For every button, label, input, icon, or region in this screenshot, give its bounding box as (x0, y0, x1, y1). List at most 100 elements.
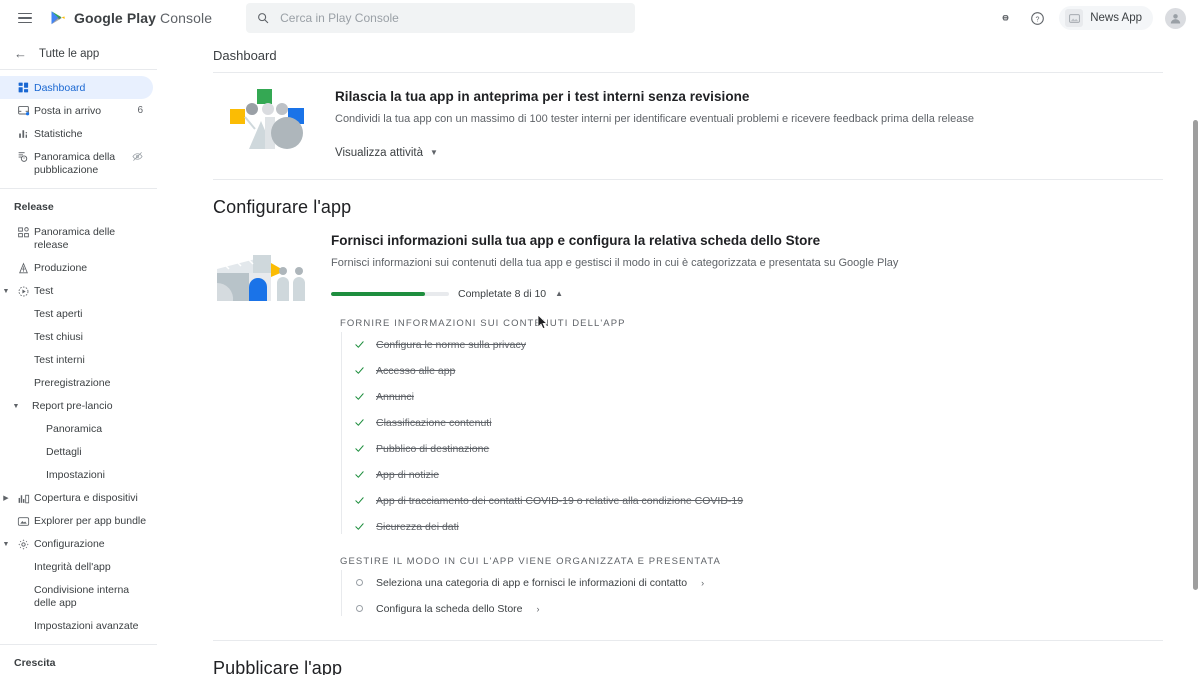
brand-logo-group[interactable]: Google Play Console (48, 8, 212, 28)
google-play-logo-icon (48, 8, 68, 28)
sidebar-item-label: Integrità dell'app (34, 561, 111, 573)
brand-console: Console (160, 10, 213, 26)
checklist-item[interactable]: App di tracciamento dei contatti COVID-1… (353, 488, 1200, 514)
sidebar: ← Tutte le app Dashboard Posta in arrivo… (0, 36, 157, 675)
checklist-item[interactable]: Configura le norme sulla privacy (353, 332, 1200, 358)
checklist-item-label: App di tracciamento dei contatti COVID-1… (376, 494, 744, 507)
sidebar-item-impostazioni[interactable]: Impostazioni (0, 464, 157, 487)
progress-bar (331, 292, 449, 296)
sidebar-item-label: Test chiusi (34, 331, 84, 343)
checklist-item-label: Accesso alle app (376, 364, 456, 377)
sidebar-item-label: Panoramica delle release (34, 226, 116, 252)
people-shapes-illustration (221, 87, 313, 151)
banner-title: Rilascia la tua app in anteprima per i t… (335, 89, 750, 104)
chevron-down-icon[interactable]: ▼ (10, 399, 22, 414)
sidebar-item-integrita-app[interactable]: Integrità dell'app (0, 556, 157, 579)
eye-off-icon (132, 149, 151, 165)
section-title-configurare: Configurare l'app (213, 196, 352, 217)
empty-circle-icon (353, 579, 365, 587)
checklist-item[interactable]: Sicurezza dei dati (353, 514, 1200, 540)
brand-google: Google (74, 10, 123, 26)
main-content: Dashboard Rilascia la tua app in antepri… (157, 36, 1200, 675)
sidebar-item-label: Test interni (34, 354, 85, 366)
sidebar-item-preregistrazione[interactable]: Preregistrazione (0, 372, 157, 395)
sidebar-item-configurazione[interactable]: ▼ Configurazione (0, 533, 157, 556)
sidebar-item-report-pre-lancio[interactable]: ▼ Report pre-lancio (0, 395, 157, 418)
sidebar-item-test-aperti[interactable]: Test aperti (0, 303, 157, 326)
checklist-item[interactable]: Configura la scheda dello Store › (353, 596, 1200, 622)
sidebar-item-test-interni[interactable]: Test interni (0, 349, 157, 372)
play-console-window: Google Play Console ? (0, 0, 1200, 675)
check-icon (353, 417, 365, 428)
sidebar-item-explorer-app-bundle[interactable]: Explorer per app bundle (0, 510, 157, 533)
sidebar-item-panoramica-pubblicazione[interactable]: Panoramica della pubblicazione (0, 145, 157, 181)
storefront-illustration (213, 247, 309, 311)
chevron-down-icon[interactable]: ▼ (0, 284, 12, 299)
checklist-item[interactable]: Classificazione contenuti (353, 410, 1200, 436)
link-icon[interactable] (995, 8, 1015, 28)
checklist-item[interactable]: App di notizie (353, 462, 1200, 488)
page-title: Dashboard (213, 48, 277, 63)
hamburger-icon[interactable] (8, 12, 42, 24)
empty-circle-icon (353, 605, 365, 613)
sidebar-item-panoramica-release[interactable]: Panoramica delle release (0, 221, 157, 257)
bar-chart-icon (12, 126, 34, 140)
scrollbar-thumb[interactable] (1193, 120, 1198, 590)
search-input[interactable] (280, 11, 626, 25)
release-overview-icon (12, 225, 34, 239)
app-image-icon (1065, 9, 1084, 27)
production-icon (12, 261, 34, 275)
sidebar-item-inbox[interactable]: Posta in arrivo 6 (0, 99, 157, 122)
help-circle-icon[interactable]: ? (1027, 8, 1047, 28)
sidebar-item-panoramica[interactable]: Panoramica (0, 418, 157, 441)
sidebar-section-crescita: Crescita (14, 657, 56, 670)
sidebar-item-label: Produzione (34, 262, 88, 274)
view-activity-button[interactable]: Visualizza attività ▼ (335, 147, 438, 159)
progress-bar-fill (331, 292, 426, 296)
sidebar-item-label: Posta in arrivo (34, 104, 102, 117)
checklist-item-label: Pubblico di destinazione (376, 442, 490, 455)
all-apps-button[interactable]: ← Tutte le app (0, 38, 157, 70)
sidebar-item-condivisione-interna-app[interactable]: Condivisione interna delle app (0, 579, 157, 615)
app-bundle-explorer-icon (12, 514, 34, 528)
inbox-badge-count: 6 (137, 105, 143, 116)
checklist-item[interactable]: Annunci (353, 384, 1200, 410)
coverage-devices-icon (12, 491, 34, 505)
check-icon (353, 443, 365, 454)
check-icon (353, 469, 365, 480)
inbox-icon (12, 103, 34, 117)
chevron-right-icon[interactable]: ▶ (0, 491, 12, 506)
checklist-item-label: Classificazione contenuti (376, 416, 492, 429)
search-bar[interactable] (246, 3, 636, 33)
publishing-overview-icon (12, 149, 34, 163)
checklist-item-label: Configura la scheda dello Store (376, 602, 523, 615)
avatar[interactable] (1165, 7, 1186, 29)
checklist-item[interactable]: Pubblico di destinazione (353, 436, 1200, 462)
current-app-chip[interactable]: News App (1059, 6, 1153, 30)
checklist-item-label: Configura le norme sulla privacy (376, 338, 526, 351)
sidebar-item-impostazioni-avanzate[interactable]: Impostazioni avanzate (0, 614, 157, 637)
checklist-item[interactable]: Accesso alle app (353, 358, 1200, 384)
chevron-down-icon[interactable]: ▼ (0, 537, 12, 552)
sidebar-item-dashboard[interactable]: Dashboard (0, 76, 153, 99)
sidebar-item-produzione[interactable]: Produzione (0, 257, 157, 280)
sidebar-item-dettagli[interactable]: Dettagli (0, 441, 157, 464)
sidebar-item-label: Explorer per app bundle (34, 515, 147, 527)
vertical-scrollbar[interactable] (1191, 36, 1200, 675)
sidebar-item-statistiche[interactable]: Statistiche (0, 122, 157, 145)
sidebar-item-test-chiusi[interactable]: Test chiusi (0, 326, 157, 349)
checklist-item[interactable]: Seleziona una categoria di app e fornisc… (353, 570, 1200, 596)
sidebar-item-test[interactable]: ▼ Test (0, 280, 157, 303)
sidebar-item-label: Panoramica della pubblicazione (34, 150, 116, 176)
test-play-icon (12, 284, 34, 298)
window-body: ← Tutte le app Dashboard Posta in arrivo… (0, 36, 1200, 675)
top-bar-actions: ? News App (995, 6, 1200, 30)
sidebar-item-label: Configurazione (34, 538, 105, 550)
sidebar-item-label: Report pre-lancio (32, 400, 113, 412)
checklist-items: Seleziona una categoria di app e fornisc… (340, 569, 1200, 622)
sidebar-item-copertura-dispositivi[interactable]: ▶ Copertura e dispositivi (0, 487, 157, 510)
app-chip-label: News App (1090, 12, 1142, 24)
chevron-up-icon[interactable]: ▲ (555, 289, 563, 298)
internal-testing-banner: Rilascia la tua app in anteprima per i t… (213, 73, 1200, 179)
checklist-group-header: FORNIRE INFORMAZIONI SUI CONTENUTI DELL'… (340, 317, 626, 329)
